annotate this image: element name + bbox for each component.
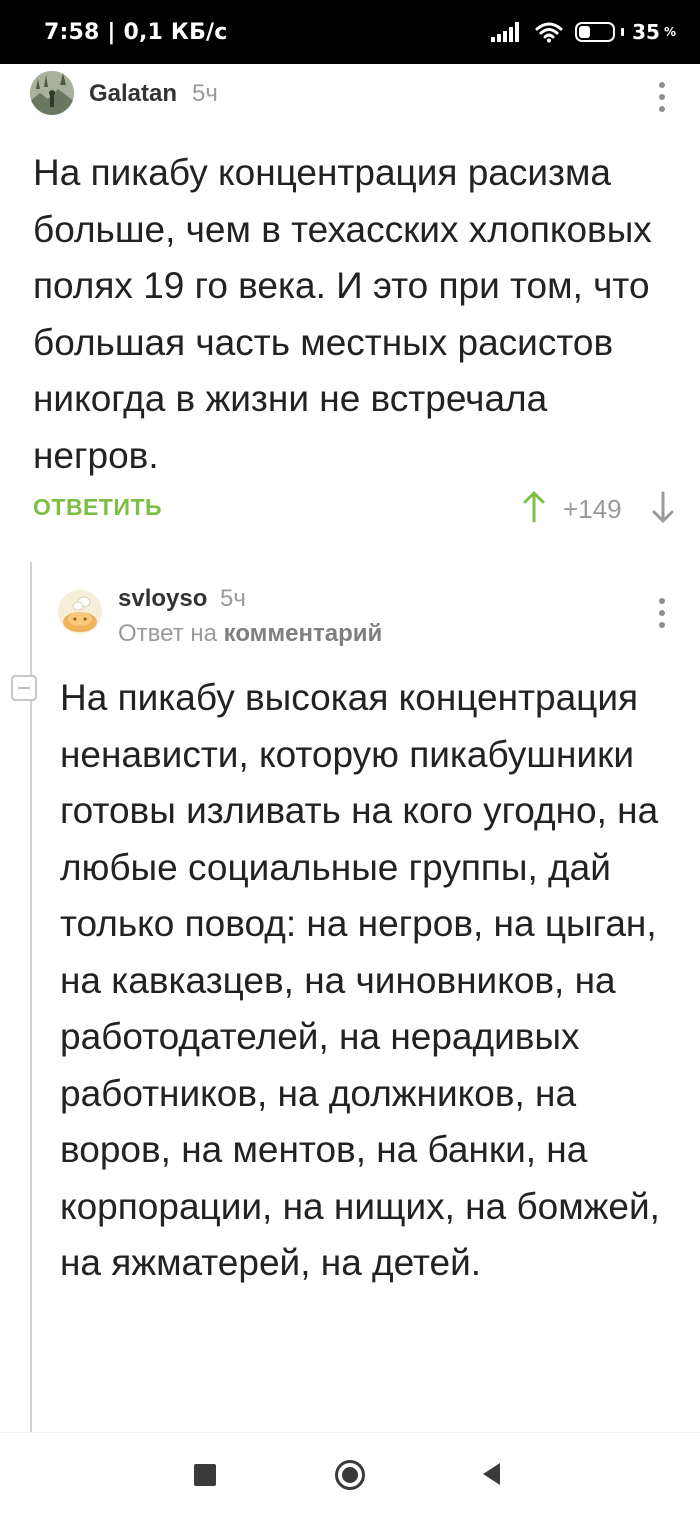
square-icon[interactable] [194,1464,216,1486]
wifi-icon [535,22,563,43]
comment-text: На пикабу высокая концентрация ненависти… [60,677,660,1283]
comment-time: 5ч [220,585,246,612]
arrow-down-icon[interactable] [650,490,676,524]
status-time: 7:58 | 0,1 КБ/с [44,20,228,45]
status-bar: 7:58 | 0,1 КБ/с 35 % [0,0,700,64]
battery-fill [579,26,591,38]
battery-cap [621,28,625,36]
reply-to-link[interactable]: комментарий [224,620,383,647]
minus-box-icon[interactable] [11,675,37,701]
triangle-back-icon[interactable] [480,1461,502,1487]
comment-author[interactable]: Galatan [89,80,177,108]
reply-button[interactable]: ОТВЕТИТЬ [33,494,162,521]
avatar-image [30,71,74,115]
circle-icon[interactable] [334,1459,366,1491]
kebab-menu-icon[interactable] [658,82,666,118]
avatar[interactable] [30,71,74,115]
reply-to-prefix: Ответ на [118,620,217,647]
navigation-bar [0,1432,700,1518]
kebab-menu-icon[interactable] [658,598,666,634]
avatar[interactable] [58,590,102,634]
comment-text: На пикабу концентрация расизма больше, ч… [33,152,652,476]
comment-rating: +149 [563,494,622,524]
battery-percent: 35 [632,20,660,44]
arrow-up-icon[interactable] [521,490,547,524]
battery-icon [575,22,616,42]
comment-author[interactable]: svloyso [118,585,207,613]
battery-unit: % [663,25,676,39]
status-icons: 35 % [491,18,676,46]
avatar-image [58,590,102,634]
reply-to-line: Ответ на комментарий [118,620,382,648]
signal-icon [491,22,521,42]
comment-time: 5ч [192,80,218,107]
